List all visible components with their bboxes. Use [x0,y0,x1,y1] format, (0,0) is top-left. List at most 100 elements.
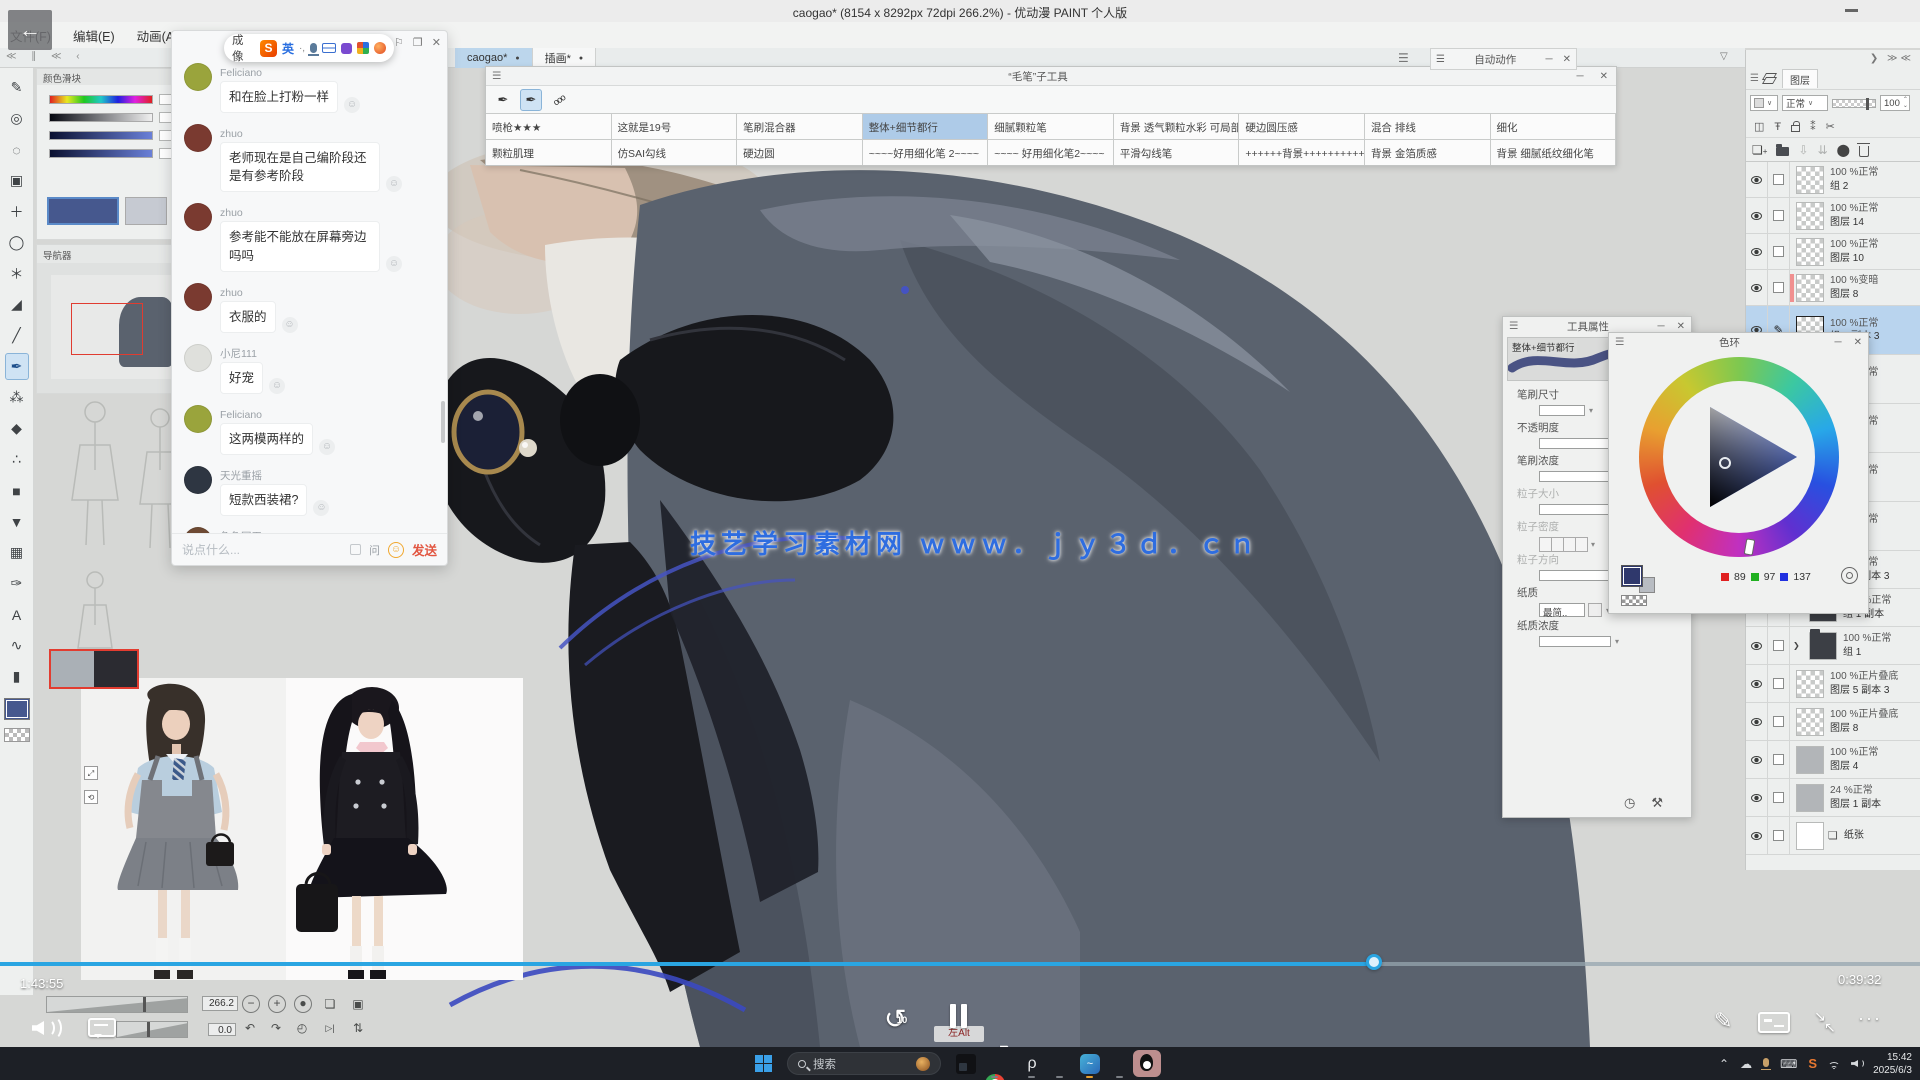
quick-toolbar-icons[interactable]: ≪ ∥ ≪ ‹ [6,51,86,62]
grid-tool-icon[interactable]: ▦ [5,539,29,566]
pause-button-bar-right[interactable] [961,1004,967,1028]
panel-collapse-icons[interactable]: ❯ ≫≪ [1870,53,1914,64]
menu-item[interactable]: 编辑(E) [73,26,115,45]
layer-visibility-eye-icon[interactable] [1746,817,1768,854]
link-layers-icon[interactable]: ⁑ [1810,120,1816,133]
zoom-tool-icon[interactable]: ◎ [5,105,29,132]
layer-row[interactable]: ✎ ❯ ❏ 100 %正常 组 1 [1746,627,1920,665]
pen-tool-icon[interactable]: ✒ [5,353,29,380]
brush-preset-cell[interactable]: 颗粒肌理 [486,140,612,165]
layer-check-column[interactable]: ✎ [1768,162,1790,197]
flip-horizontal-icon[interactable]: ▷| [322,1020,338,1036]
field-dropdown-icon[interactable]: ▾ [1615,637,1619,646]
sogou-logo-icon[interactable]: S [260,40,277,57]
brush-tool-icon[interactable]: ▮ [5,663,29,690]
photo-resize-handle-icon[interactable]: ⤢ [84,766,98,780]
toolprop-menu-icon[interactable]: ☰ [1503,320,1524,332]
brush-preset-cell[interactable]: 平滑勾线笔 [1114,140,1240,165]
rotate-reset-icon[interactable]: ◴ [294,1020,310,1036]
wifi-icon[interactable] [1828,1059,1840,1068]
microphone-icon[interactable] [310,43,317,53]
brush-preset-cell[interactable]: 这就是19号 [612,114,738,139]
colorwheel-minimize[interactable]: ─ [1829,337,1848,348]
mic-tray-icon[interactable] [1763,1058,1769,1067]
layer-visibility-eye-icon[interactable] [1746,234,1768,269]
layer-visibility-eye-icon[interactable] [1746,779,1768,816]
transparent-color-swatch[interactable] [4,728,30,742]
move-tool-icon[interactable]: ＋ [5,198,29,225]
pause-button-bar-left[interactable] [950,1004,956,1028]
video-progress-remaining[interactable] [1375,962,1920,966]
keyboard-tray-icon[interactable]: ⌨ [1780,1057,1797,1071]
rotate-right-icon[interactable]: ↷ [268,1020,284,1036]
blend-tool-icon[interactable]: ∴ [5,446,29,473]
layer-thumbnail[interactable] [1796,274,1824,302]
chat-scrollbar[interactable] [441,401,445,443]
soft-keyboard-icon[interactable] [322,43,336,53]
avatar[interactable] [184,527,212,533]
field-dropdown-icon[interactable]: ▾ [1591,540,1595,549]
photo-rotate-handle-icon[interactable]: ⟲ [84,790,98,804]
main-color-chip[interactable] [1621,565,1643,587]
history-icon[interactable]: ◷ [1624,795,1635,811]
lasso-tool-icon[interactable]: ◯ [5,229,29,256]
magic-wand-icon[interactable]: ＊ [5,260,29,287]
field-slider[interactable] [1539,504,1611,515]
layer-check-column[interactable]: ✎ [1768,779,1790,816]
saturation-slider[interactable] [49,113,153,122]
avatar[interactable] [184,344,212,372]
canvas-tab[interactable]: 插画*● [533,48,597,68]
hue-slider[interactable] [49,95,153,104]
current-color-swatch[interactable] [47,197,119,225]
layer-check-column[interactable]: ✎ [1768,817,1790,854]
brush-preset-cell[interactable]: 背景 透气颗粒水彩 可局部 [1114,114,1240,139]
canvas-tab[interactable]: caogao*● [455,48,533,68]
emoji-react-icon[interactable]: ☺ [344,97,360,113]
new-folder-icon[interactable] [1776,147,1789,156]
nib-tool-icon[interactable]: ✑ [5,570,29,597]
clear-mask-icon[interactable]: ✂ [1826,120,1835,133]
layer-thumbnail[interactable] [1796,238,1824,266]
brush-icon-3[interactable]: ooo [548,89,570,111]
blend-mode-dropdown[interactable]: 正常∨ [1782,95,1828,111]
airbrush-tool-icon[interactable]: ⁂ [5,384,29,411]
brush-preset-cell[interactable]: ~~~~好用细化笔 2~~~~ [863,140,989,165]
brush-icon-2-selected[interactable]: ✒ [520,89,542,111]
brush-window-close[interactable]: ✕ [1592,71,1616,82]
avatar[interactable] [184,63,212,91]
more-options-icon[interactable]: ··· [1858,1008,1882,1029]
folder-expand-icon[interactable]: ❯ [1793,641,1803,650]
layer-thumbnail[interactable] [1796,202,1824,230]
brush-window-minimize[interactable]: ─ [1569,71,1592,82]
selected-material-thumbnail[interactable] [49,649,139,689]
minimize-button[interactable] [1845,9,1858,12]
saturation-triangle[interactable] [1663,381,1815,533]
field-slider[interactable] [1539,636,1611,647]
video-progress-played[interactable] [0,962,1375,966]
layer-mask-icon[interactable]: ⬤ [1837,143,1850,157]
layer-visibility-eye-icon[interactable] [1746,198,1768,233]
layer-check-column[interactable]: ✎ [1768,198,1790,233]
auto-actions-minimize[interactable]: ─ [1541,54,1558,65]
avatar[interactable] [184,283,212,311]
emoji-react-icon[interactable]: ☺ [386,256,402,272]
blue-slider[interactable] [49,149,153,158]
toolprop-minimize[interactable]: ─ [1652,321,1671,332]
layer-thumbnail[interactable] [1796,822,1824,850]
brush-preset-cell[interactable]: 背景 细腻纸纹细化笔 [1491,140,1617,165]
teal-app-icon[interactable]: ~ [1080,1054,1100,1074]
ime-toolbox-icon[interactable] [357,42,369,54]
tabband-dropdown-icon[interactable]: ▽ [1720,51,1728,62]
layer-row[interactable]: ✎ ❯ ❏ 100 %正常 图层 4 [1746,741,1920,779]
paper-picker-button[interactable] [1588,603,1602,617]
slider-ramp-2[interactable] [116,1021,188,1038]
avatar[interactable] [184,466,212,494]
layer-row[interactable]: ✎ ❯ ❏ 100 %正常 图层 14 [1746,198,1920,234]
brush-preset-cell[interactable]: 硬边圆压感 [1239,114,1365,139]
danmaku-chat-icon[interactable] [88,1018,116,1037]
navigator-viewport-rect[interactable] [71,303,143,355]
layer-thumbnail[interactable] [1796,746,1824,774]
brush-preset-cell[interactable]: ++++++背景++++++++++++++++++ [1239,140,1365,165]
emoji-react-icon[interactable]: ☺ [282,317,298,333]
avatar[interactable] [184,124,212,152]
